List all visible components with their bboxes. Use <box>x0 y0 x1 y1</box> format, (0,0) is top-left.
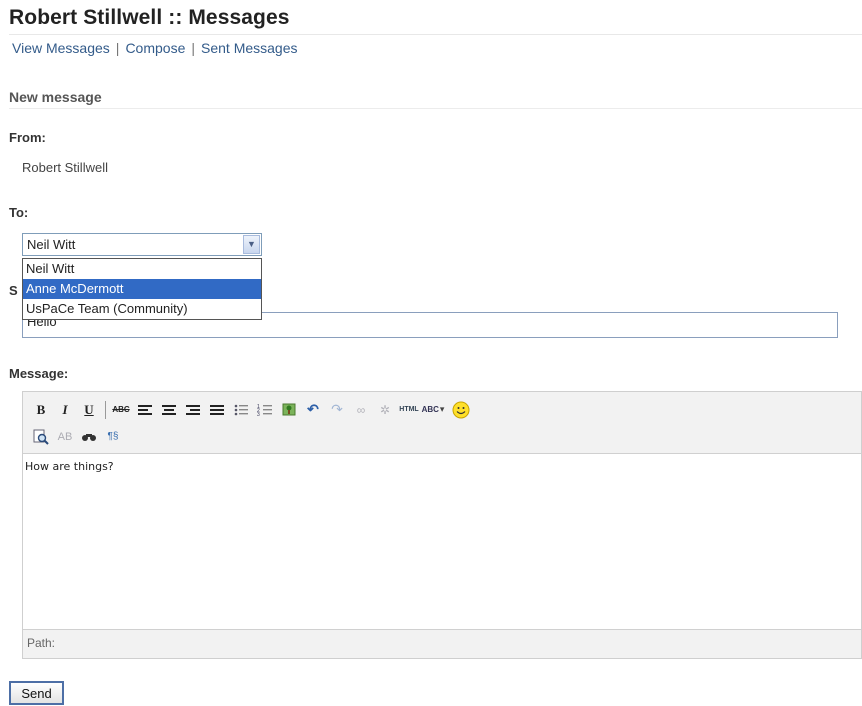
to-selected-value: Neil Witt <box>27 237 76 252</box>
replace-icon[interactable]: AB <box>55 427 75 447</box>
numbered-list-icon[interactable]: 123 <box>255 400 275 420</box>
unlink-icon[interactable]: ✲ <box>375 400 395 420</box>
path-label: Path: <box>27 636 56 650</box>
toolbar-separator <box>105 400 106 419</box>
nav-separator: | <box>115 40 120 56</box>
to-option-uspace-team[interactable]: UsPaCe Team (Community) <box>23 299 261 319</box>
to-option-neil-witt[interactable]: Neil Witt <box>23 259 261 279</box>
messages-nav: View Messages | Compose | Sent Messages <box>12 40 298 56</box>
underline-icon[interactable]: U <box>79 400 99 420</box>
section-title: New message <box>9 89 102 105</box>
italic-icon[interactable]: I <box>55 400 75 420</box>
editor-toolbar: B I U ABC 123 ↶ ↷ ∞ ✲ HTML ABC ▾ AB ¶§ <box>23 392 861 454</box>
message-label: Message: <box>9 366 69 381</box>
title-divider <box>9 34 862 35</box>
align-center-icon[interactable] <box>159 400 179 420</box>
svg-text:3: 3 <box>257 412 260 417</box>
align-left-icon[interactable] <box>135 400 155 420</box>
from-label: From: <box>9 130 46 145</box>
rich-text-editor: B I U ABC 123 ↶ ↷ ∞ ✲ HTML ABC ▾ AB ¶§ H… <box>22 391 862 659</box>
nav-separator: | <box>191 40 195 56</box>
subject-label: S <box>9 283 18 298</box>
view-messages-link[interactable]: View Messages <box>12 40 110 56</box>
to-select[interactable]: Neil Witt ▼ <box>22 233 262 256</box>
search-icon[interactable] <box>79 427 99 447</box>
html-icon[interactable]: HTML <box>399 400 419 420</box>
image-icon[interactable] <box>279 400 299 420</box>
to-dropdown-list: Neil Witt Anne McDermott UsPaCe Team (Co… <box>22 258 262 320</box>
redo-icon[interactable]: ↷ <box>327 400 347 420</box>
spellcheck-icon[interactable]: ABC ▾ <box>422 400 445 420</box>
section-divider <box>9 108 862 109</box>
page-title: Robert Stillwell :: Messages <box>9 6 290 29</box>
toolbar-row-2: AB ¶§ <box>31 423 861 450</box>
visual-aid-icon[interactable]: ¶§ <box>103 427 123 447</box>
bold-icon[interactable]: B <box>31 400 51 420</box>
bullet-list-icon[interactable] <box>231 400 251 420</box>
link-icon[interactable]: ∞ <box>351 400 371 420</box>
chevron-down-icon[interactable]: ▼ <box>243 235 260 254</box>
send-button[interactable]: Send <box>9 681 64 705</box>
align-justify-icon[interactable] <box>207 400 227 420</box>
undo-icon[interactable]: ↶ <box>303 400 323 420</box>
find-icon[interactable] <box>31 427 51 447</box>
align-right-icon[interactable] <box>183 400 203 420</box>
emoticon-icon[interactable] <box>451 400 471 420</box>
to-label: To: <box>9 205 29 220</box>
from-value: Robert Stillwell <box>22 160 108 175</box>
message-body[interactable]: How are things? <box>23 454 861 630</box>
toolbar-row-1: B I U ABC 123 ↶ ↷ ∞ ✲ HTML ABC ▾ <box>31 396 861 423</box>
editor-statusbar: Path: <box>23 630 861 658</box>
compose-link[interactable]: Compose <box>125 40 185 56</box>
strikethrough-icon[interactable]: ABC <box>111 400 131 420</box>
sent-messages-link[interactable]: Sent Messages <box>201 40 298 56</box>
to-option-anne-mcdermott[interactable]: Anne McDermott <box>23 279 261 299</box>
